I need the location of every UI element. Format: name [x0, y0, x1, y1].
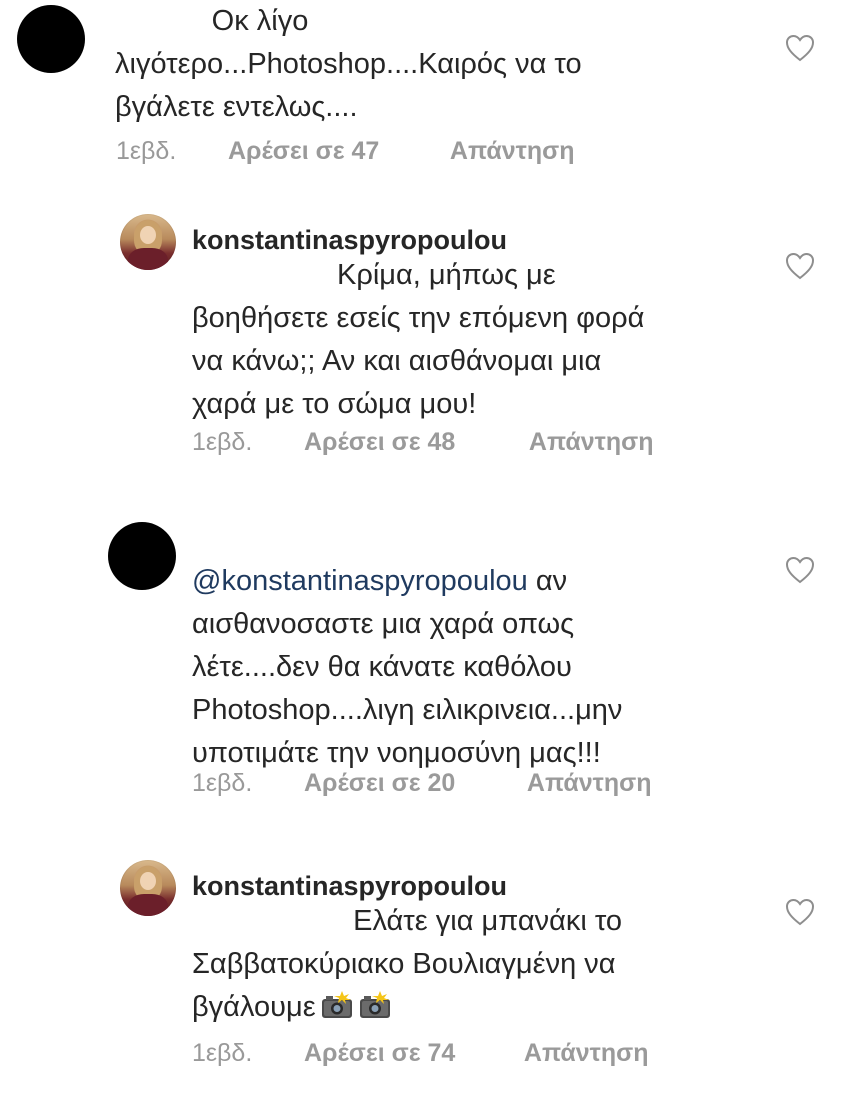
- like-heart-icon[interactable]: [785, 556, 815, 584]
- comment-line: βοηθήσετε εσείς την επόμενη φορά: [192, 302, 645, 334]
- comment-text: @konstantinaspyropoulou αν αισθανοσαστε …: [192, 560, 622, 775]
- comment-line: αισθανοσαστε μια χαρά οπως: [192, 608, 575, 640]
- comment-meta: 1εβδ. Αρέσει σε 74 Απάντηση: [192, 1039, 648, 1068]
- camera-flash-icon: [316, 991, 354, 1023]
- reply-button[interactable]: Απάντηση: [524, 1039, 649, 1068]
- like-heart-icon[interactable]: [785, 252, 815, 280]
- comment-text: Κρίμα, μήπως με βοηθήσετε εσείς την επόμ…: [192, 254, 644, 426]
- redacted-avatar[interactable]: [108, 522, 176, 590]
- comment-text: Οκ λίγο λιγότερο...Photoshop....Καιρός ν…: [115, 0, 582, 129]
- comment-line: Οκ λίγο: [115, 5, 309, 37]
- comment-line: Σαββατοκύριακο Βουλιαγμένη να: [192, 948, 616, 980]
- comment-username[interactable]: konstantinaspyropoulou: [192, 871, 507, 902]
- comment-username[interactable]: konstantinaspyropoulou: [192, 225, 507, 256]
- comment-line: Κρίμα, μήπως με: [192, 259, 556, 291]
- likes-count[interactable]: Αρέσει σε 47: [228, 137, 443, 166]
- comment-time: 1εβδ.: [116, 137, 177, 165]
- comment-meta: 1εβδ. Αρέσει σε 48 Απάντηση: [192, 428, 653, 457]
- comment-line: υποτιμάτε την νοημοσύνη μας!!!: [192, 737, 601, 769]
- like-heart-icon[interactable]: [785, 34, 815, 62]
- comment-line: να κάνω;; Αν και αισθάνομαι μια: [192, 345, 602, 377]
- comment-line: βγάλετε εντελως....: [115, 91, 358, 123]
- redacted-avatar[interactable]: [17, 5, 85, 73]
- comment-line: αν: [527, 565, 568, 597]
- reply-button[interactable]: Απάντηση: [527, 769, 652, 798]
- comment-meta: 1εβδ. Αρέσει σε 47 Απάντηση: [116, 137, 574, 166]
- comment-text: Ελάτε για μπανάκι το Σαββατοκύριακο Βουλ…: [192, 900, 622, 1029]
- comment-time: 1εβδ.: [192, 769, 253, 797]
- comment-time: 1εβδ.: [192, 1039, 253, 1067]
- reply-button[interactable]: Απάντηση: [450, 137, 575, 166]
- user-avatar[interactable]: [120, 214, 176, 270]
- comment-time: 1εβδ.: [192, 428, 253, 456]
- mention-link[interactable]: @konstantinaspyropoulou: [192, 565, 528, 597]
- comment-line: Ελάτε για μπανάκι το: [192, 905, 623, 937]
- comment-line: λέτε....δεν θα κάνατε καθόλου: [192, 651, 572, 683]
- comment-line: Photoshop....λιγη ειλικρινεια...μην: [192, 694, 623, 726]
- likes-count[interactable]: Αρέσει σε 20: [304, 769, 520, 798]
- comment-line: βγάλουμε: [192, 991, 316, 1023]
- comment-line: χαρά με το σώμα μου!: [192, 388, 477, 420]
- camera-flash-icon: [354, 991, 392, 1023]
- comment-line: λιγότερο...Photoshop....Καιρός να το: [115, 48, 582, 80]
- comment-meta: 1εβδ. Αρέσει σε 20 Απάντηση: [192, 769, 651, 798]
- user-avatar[interactable]: [120, 860, 176, 916]
- likes-count[interactable]: Αρέσει σε 74: [304, 1039, 517, 1068]
- likes-count[interactable]: Αρέσει σε 48: [304, 428, 522, 457]
- reply-button[interactable]: Απάντηση: [529, 428, 654, 457]
- like-heart-icon[interactable]: [785, 898, 815, 926]
